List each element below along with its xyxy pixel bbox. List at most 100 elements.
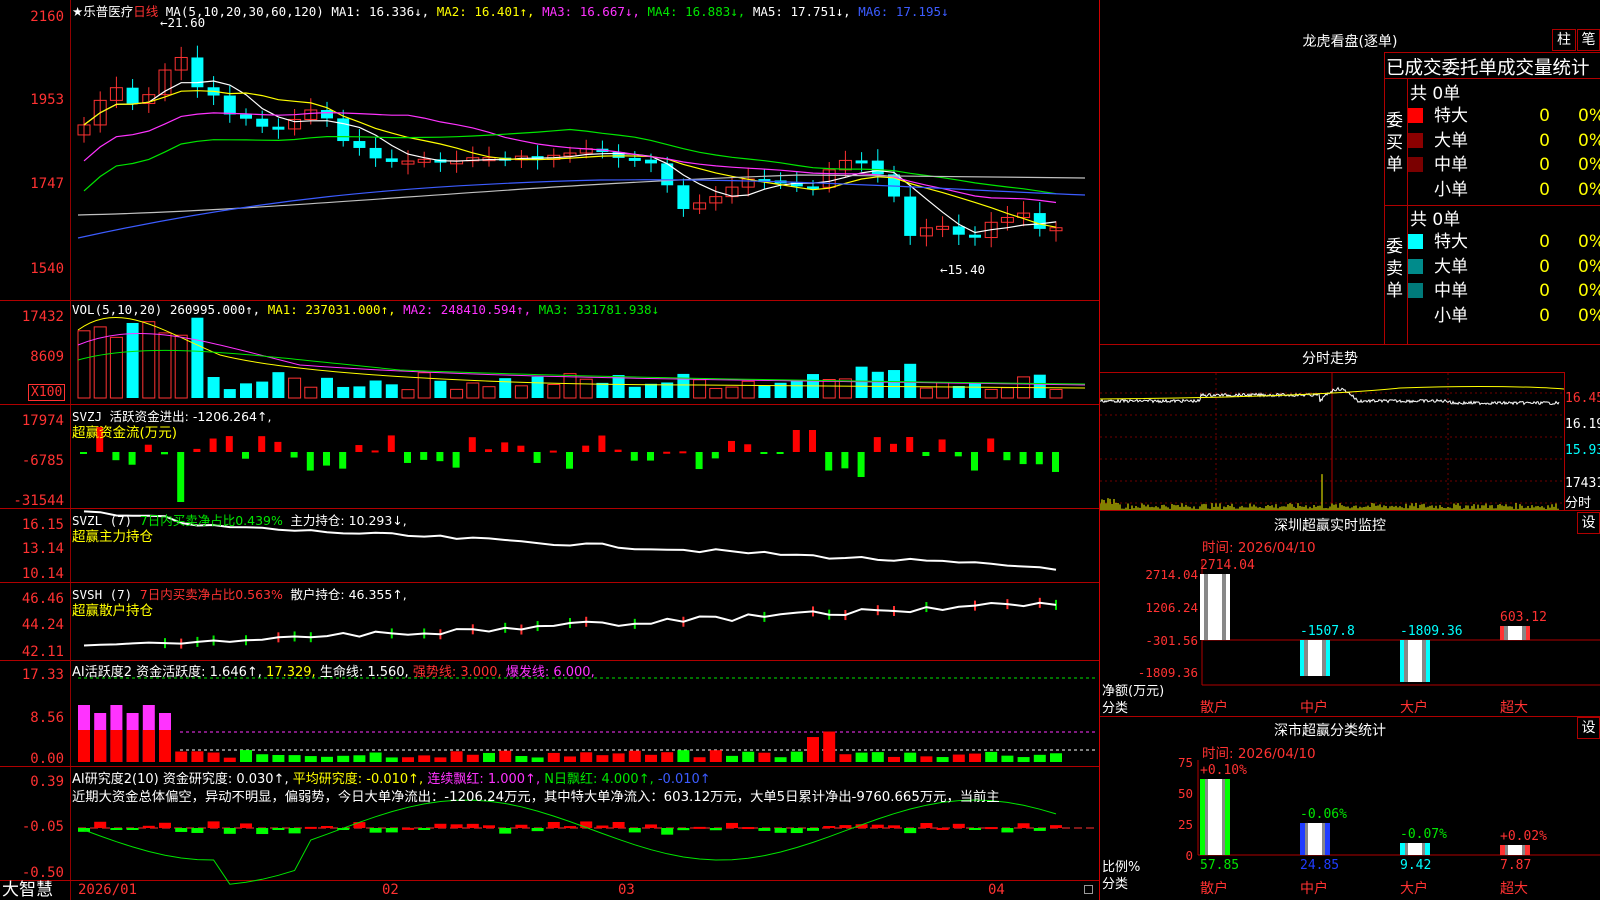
sz-monitor-bottom bbox=[1100, 716, 1600, 717]
ai2-bar bbox=[807, 737, 819, 762]
intraday-unit: 分时 bbox=[1565, 496, 1592, 511]
stock-charts-svg[interactable] bbox=[0, 0, 1099, 900]
candlesticks bbox=[77, 45, 1063, 248]
research-bar bbox=[758, 828, 771, 831]
color-swatch-icon bbox=[1408, 283, 1423, 298]
research-bar bbox=[888, 825, 900, 828]
buy-row-pct: 0% bbox=[1578, 106, 1600, 126]
research-bar bbox=[1017, 823, 1030, 828]
vol-bar bbox=[693, 379, 707, 399]
research-d2: 平均研究度: -0.010↑, bbox=[292, 772, 424, 787]
ai2-bar bbox=[920, 756, 933, 762]
ai2-bar bbox=[871, 752, 884, 762]
tick-view-button[interactable]: 笔 bbox=[1577, 29, 1600, 51]
sell-row-label: 特大 bbox=[1434, 232, 1468, 252]
vol-unit-badge[interactable]: X100 bbox=[28, 384, 66, 401]
app-logo[interactable]: 大智慧 bbox=[2, 880, 53, 900]
research-bar bbox=[985, 827, 998, 830]
research-bar bbox=[191, 828, 204, 833]
period-label[interactable]: 日线 bbox=[133, 4, 158, 19]
research-bar bbox=[790, 828, 803, 834]
candle bbox=[272, 126, 285, 130]
ai2-bar bbox=[1033, 754, 1046, 762]
candle bbox=[385, 158, 398, 162]
szm-bar bbox=[1200, 574, 1230, 640]
xaxis-label: 04 bbox=[988, 882, 1005, 898]
svzj-bar bbox=[404, 452, 411, 463]
svzl-ytick: 13.14 bbox=[21, 541, 64, 557]
svzj-bar bbox=[841, 452, 849, 469]
vol-ytick: 8609 bbox=[30, 349, 64, 365]
ai2-bar bbox=[693, 757, 706, 762]
vol-bar bbox=[401, 389, 415, 399]
ma6-value: MA6: 17.195↓ bbox=[858, 4, 949, 19]
svzj-bar bbox=[517, 445, 525, 452]
svzl-ytick: 10.14 bbox=[21, 566, 64, 582]
vol-bar bbox=[174, 334, 188, 399]
research-bar bbox=[661, 828, 674, 835]
color-swatch-icon bbox=[1408, 132, 1423, 148]
svzj-bar bbox=[112, 452, 120, 461]
sell-row: 大单 0 0% bbox=[1408, 255, 1600, 279]
lock-icon[interactable] bbox=[1084, 885, 1093, 894]
candle bbox=[369, 147, 382, 159]
candle bbox=[353, 141, 366, 148]
research-bar bbox=[321, 826, 333, 829]
svzj-bar bbox=[906, 437, 914, 452]
research-bar bbox=[628, 828, 641, 833]
sz-monitor-settings-button[interactable]: 设 bbox=[1577, 512, 1600, 534]
sz-class-category: 散户 bbox=[1200, 881, 1228, 897]
svzj-bar bbox=[323, 452, 330, 466]
ai2-ytick: 17.33 bbox=[21, 667, 64, 683]
research-bar bbox=[240, 823, 252, 828]
intraday-chart[interactable] bbox=[1100, 373, 1564, 510]
research-bar bbox=[1033, 828, 1046, 831]
svzj-bar bbox=[938, 439, 946, 452]
research-bar bbox=[807, 828, 819, 831]
svzj-bar bbox=[1035, 452, 1043, 465]
stock-name[interactable]: ★乐普医疗 bbox=[72, 4, 133, 19]
szc-bar bbox=[1400, 843, 1430, 855]
vol-value: 260995.000↑, bbox=[169, 302, 261, 317]
svzj-ytick: -6785 bbox=[21, 453, 64, 469]
szc-bar bbox=[1200, 779, 1230, 855]
svzj-bar bbox=[452, 452, 460, 468]
intraday-ytick: 16.19 bbox=[1565, 417, 1600, 432]
vol-bar bbox=[223, 389, 236, 398]
vol-bar bbox=[984, 388, 998, 399]
sell-side-label: 委卖单 bbox=[1386, 237, 1403, 301]
color-swatch-icon bbox=[1408, 234, 1423, 249]
vol-bar bbox=[466, 382, 480, 399]
ai2-bar bbox=[661, 752, 674, 762]
research-d1: 资金研究度: 0.030↑, bbox=[162, 772, 289, 787]
main-ytick: 1540 bbox=[30, 261, 64, 277]
vol-bar bbox=[774, 382, 787, 398]
ai2-bar bbox=[580, 752, 593, 762]
research-bar bbox=[434, 823, 447, 828]
bar-view-button[interactable]: 柱 bbox=[1552, 29, 1576, 51]
svzj-bar bbox=[258, 436, 266, 452]
ai2-bars bbox=[78, 677, 1095, 762]
sz-class-change: +0.10% bbox=[1200, 763, 1247, 778]
ai2-bar bbox=[596, 755, 609, 762]
sz-class-category: 大户 bbox=[1400, 881, 1428, 897]
vol-bar bbox=[790, 380, 803, 398]
sz-class-settings-button[interactable]: 设 bbox=[1577, 717, 1600, 739]
research-bar bbox=[774, 828, 787, 833]
ai2-bar bbox=[337, 755, 350, 762]
sz-monitor-category: 超大 bbox=[1500, 700, 1528, 716]
research-bar bbox=[304, 826, 317, 829]
ai2-bar bbox=[126, 730, 139, 762]
research-summary: 近期大资金总体偏空，异动不明显，偏弱势，今日大单净流出：-1206.24万元，其… bbox=[72, 790, 1000, 805]
research-bar bbox=[693, 826, 706, 829]
vol-bar bbox=[952, 385, 965, 398]
research-header: AI研究度2(10) 资金研究度: 0.030↑, 平均研究度: -0.010↑… bbox=[72, 768, 711, 787]
sz-class-change: +0.02% bbox=[1500, 829, 1547, 844]
ai2-d3: 生命线: 1.560, bbox=[319, 665, 409, 680]
candle bbox=[321, 109, 333, 119]
sz-monitor-chart[interactable] bbox=[1100, 560, 1600, 720]
longhu-sep bbox=[1384, 52, 1600, 53]
sz-class-ytick: 75 bbox=[1177, 755, 1193, 770]
ai2-bar bbox=[434, 757, 447, 762]
research-bar bbox=[547, 821, 560, 828]
